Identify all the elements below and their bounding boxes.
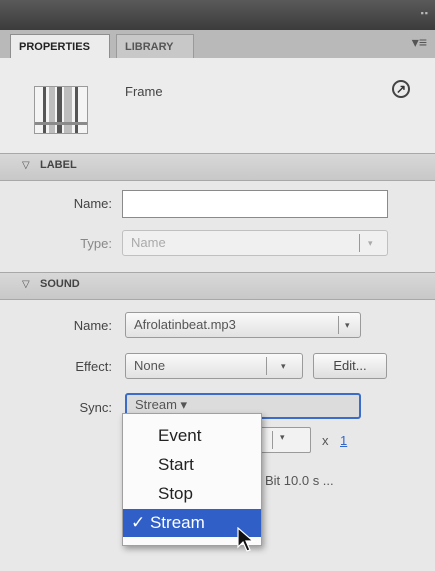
collapse-triangle-icon[interactable]: ▽	[22, 160, 30, 171]
chevron-down-icon: ▾	[280, 432, 285, 442]
panel-grip-icon[interactable]: ▪▪	[421, 8, 429, 18]
dropdown-value: None	[134, 358, 166, 373]
collapse-triangle-icon[interactable]: ▽	[22, 279, 30, 290]
panel-title-bar[interactable]: ▪▪	[0, 0, 435, 30]
section-title: LABEL	[40, 159, 77, 171]
edit-button[interactable]: Edit...	[313, 353, 387, 379]
sound-info-text: Bit 10.0 s ...	[265, 473, 334, 488]
repeat-dropdown[interactable]: ▾	[255, 427, 311, 453]
tab-properties[interactable]: PROPERTIES	[10, 34, 110, 58]
frame-header: Frame ↗	[0, 58, 435, 153]
chevron-down-icon: ▾	[368, 238, 373, 248]
chevron-down-icon: ▾	[345, 320, 350, 330]
frame-thumbnail-icon	[34, 86, 88, 134]
repeat-multiplier: x	[322, 433, 329, 448]
label-name-input[interactable]	[122, 190, 388, 218]
circled-arrow-icon[interactable]: ↗	[392, 80, 410, 98]
tab-bar: PROPERTIES LIBRARY ▾≡	[0, 30, 435, 59]
label-name-label: Name:	[73, 196, 112, 211]
chevron-down-icon: ▾	[281, 361, 286, 371]
sync-label: Sync:	[79, 400, 112, 415]
label-type-label: Type:	[80, 236, 112, 251]
menu-item-start[interactable]: Start	[123, 451, 261, 479]
sound-section-header[interactable]: ▽ SOUND	[0, 272, 435, 300]
sound-name-dropdown[interactable]: Afrolatinbeat.mp3 ▾	[125, 312, 361, 338]
dropdown-value: Name	[131, 235, 166, 250]
dropdown-value: Stream	[135, 397, 177, 412]
effect-dropdown[interactable]: None ▾	[125, 353, 303, 379]
panel-menu-icon[interactable]: ▾≡	[412, 34, 427, 51]
tab-library[interactable]: LIBRARY	[116, 34, 194, 58]
chevron-down-icon: ▾	[180, 397, 188, 412]
mouse-pointer-icon	[237, 527, 255, 552]
label-type-dropdown[interactable]: Name ▾	[122, 230, 388, 256]
sound-name-label: Name:	[73, 318, 112, 333]
repeat-count[interactable]: 1	[340, 433, 347, 448]
dropdown-value: Afrolatinbeat.mp3	[134, 317, 236, 332]
section-title: SOUND	[40, 278, 80, 290]
frame-label: Frame	[125, 84, 163, 99]
effect-label: Effect:	[75, 359, 112, 374]
label-section-header[interactable]: ▽ LABEL	[0, 153, 435, 181]
menu-item-stop[interactable]: Stop	[123, 480, 261, 508]
menu-item-event[interactable]: Event	[123, 422, 261, 450]
